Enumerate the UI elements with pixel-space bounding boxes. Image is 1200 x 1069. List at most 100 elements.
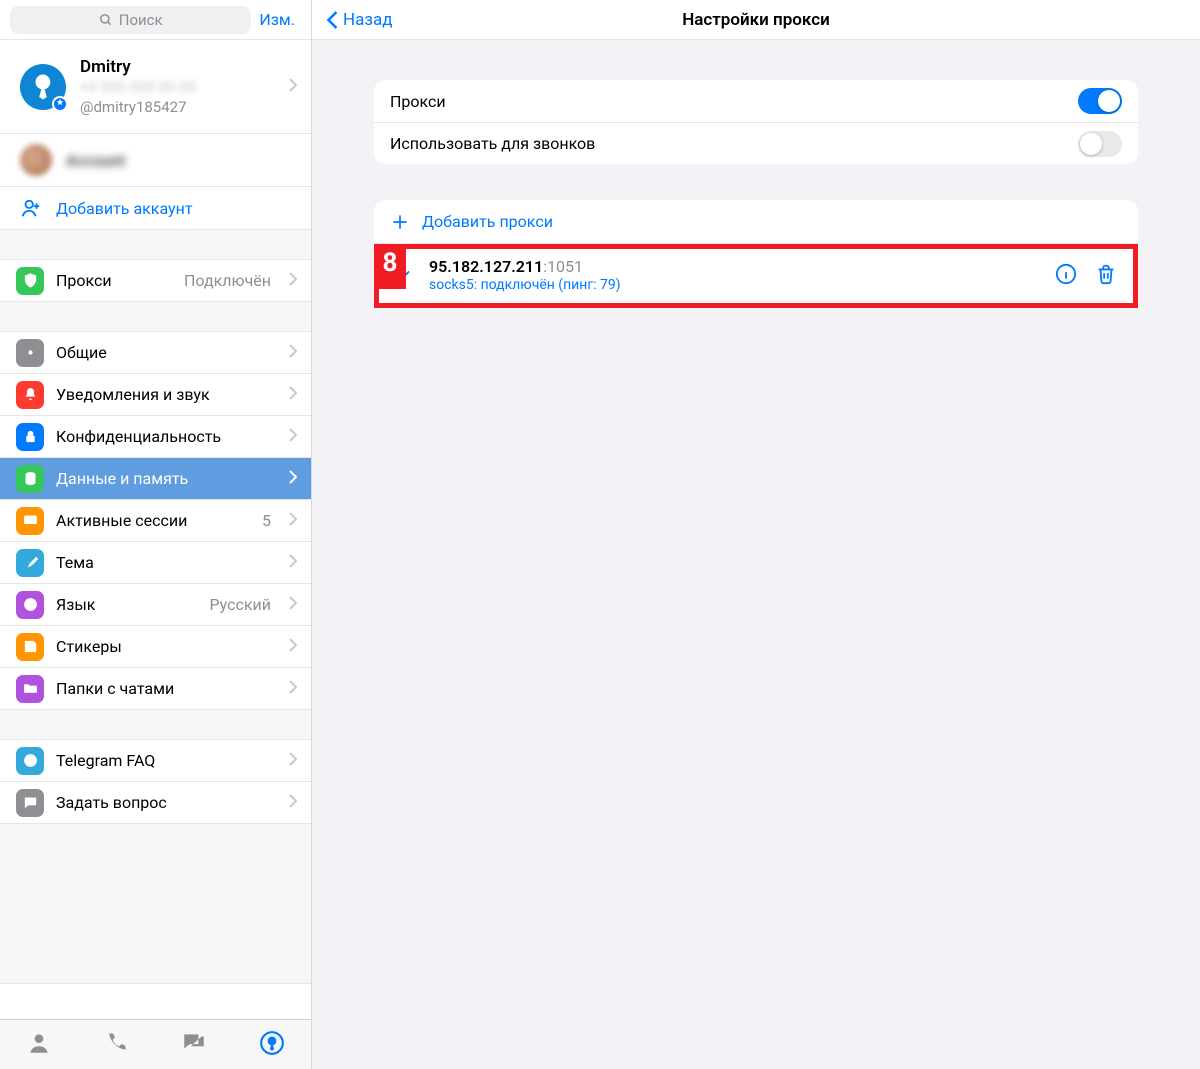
lock-icon <box>16 423 44 451</box>
chats-icon <box>181 1030 207 1056</box>
chevron-right-icon <box>289 595 297 614</box>
highlighted-proxy-entry: 8 95.182.127.211:1051 socks5: подключён … <box>374 244 1138 308</box>
chevron-right-icon <box>289 751 297 770</box>
sidebar-item-theme[interactable]: Тема <box>0 542 311 584</box>
database-icon <box>16 465 44 493</box>
back-button[interactable]: Назад <box>312 10 393 30</box>
search-bar: Поиск Изм. <box>0 0 311 40</box>
sidebar-item-notifications[interactable]: Уведомления и звук <box>0 374 311 416</box>
delete-button[interactable] <box>1095 263 1117 289</box>
tab-calls[interactable] <box>104 1030 130 1060</box>
sidebar-item-sessions[interactable]: Активные сессии 5 <box>0 500 311 542</box>
gear-icon <box>16 339 44 367</box>
toggle-knob <box>1098 90 1120 112</box>
spacer <box>0 824 311 984</box>
add-account-button[interactable]: Добавить аккаунт <box>0 187 311 230</box>
tab-chats[interactable] <box>181 1030 207 1060</box>
calls-toggle-row: Использовать для звонков <box>374 122 1138 164</box>
highlight-number: 8 <box>374 244 406 289</box>
brush-icon <box>16 549 44 577</box>
proxy-entry-row[interactable]: 95.182.127.211:1051 socks5: подключён (п… <box>379 249 1133 303</box>
tab-bar <box>0 1019 311 1069</box>
chevron-right-icon <box>289 385 297 404</box>
search-icon <box>99 13 113 27</box>
proxy-toggle[interactable] <box>1078 88 1122 114</box>
sidebar-item-folders[interactable]: Папки с чатами <box>0 668 311 710</box>
profile-username: @dmitry185427 <box>80 98 289 118</box>
tab-contacts[interactable] <box>26 1030 52 1060</box>
chevron-right-icon <box>289 793 297 812</box>
label: Данные и память <box>56 469 277 488</box>
question-icon <box>16 747 44 775</box>
monitor-icon <box>16 507 44 535</box>
profile-row[interactable]: Dmitry +0 000 000 00 00 @dmitry185427 <box>0 40 311 134</box>
main-body: Прокси Использовать для звонков Добавить… <box>312 40 1200 308</box>
chevron-right-icon <box>289 469 297 488</box>
proxy-status: socks5: подключён (пинг: 79) <box>429 277 1041 295</box>
value: 5 <box>262 511 271 530</box>
proxy-list-card: Добавить прокси 8 95.182.127.211:1051 so… <box>374 200 1138 308</box>
value: Русский <box>209 595 271 614</box>
avatar <box>20 64 66 110</box>
sidebar-item-privacy[interactable]: Конфиденциальность <box>0 416 311 458</box>
sidebar-item-faq[interactable]: Telegram FAQ <box>0 740 311 782</box>
sidebar-item-language[interactable]: Язык Русский <box>0 584 311 626</box>
spacer <box>0 302 311 332</box>
main-pane: Назад Настройки прокси Прокси Использова… <box>312 0 1200 1069</box>
sidebar-item-general[interactable]: Общие <box>0 332 311 374</box>
label: Тема <box>56 553 277 572</box>
proxy-toggle-row: Прокси <box>374 80 1138 122</box>
add-proxy-label: Добавить прокси <box>422 212 553 231</box>
chevron-right-icon <box>289 343 297 362</box>
chevron-left-icon <box>326 10 339 30</box>
tab-settings[interactable] <box>259 1030 285 1060</box>
search-placeholder: Поиск <box>119 11 163 29</box>
proxy-toggle-label: Прокси <box>390 92 1078 111</box>
info-icon <box>1055 263 1077 285</box>
search-input[interactable]: Поиск <box>10 6 251 34</box>
proxy-actions <box>1055 263 1117 289</box>
chevron-right-icon <box>289 427 297 446</box>
account-name: Account <box>66 151 125 170</box>
spacer <box>0 230 311 260</box>
toggle-knob <box>1080 133 1102 155</box>
info-button[interactable] <box>1055 263 1077 289</box>
chevron-right-icon <box>289 77 297 96</box>
label: Конфиденциальность <box>56 427 277 446</box>
calls-toggle[interactable] <box>1078 131 1122 157</box>
page-title: Настройки прокси <box>312 10 1200 30</box>
proxy-address: 95.182.127.211:1051 <box>429 257 1041 277</box>
add-account-label: Добавить аккаунт <box>56 199 193 218</box>
proxy-texts: 95.182.127.211:1051 socks5: подключён (п… <box>429 257 1041 295</box>
sidebar-item-proxy[interactable]: Прокси Подключён <box>0 260 311 302</box>
back-label: Назад <box>343 10 393 30</box>
proxy-settings-card: Прокси Использовать для звонков <box>374 80 1138 164</box>
sticker-icon <box>16 633 44 661</box>
folder-icon <box>16 675 44 703</box>
phone-icon <box>104 1030 130 1056</box>
sidebar-item-stickers[interactable]: Стикеры <box>0 626 311 668</box>
sidebar: Поиск Изм. Dmitry +0 000 000 00 00 @dmit… <box>0 0 312 1069</box>
label: Папки с чатами <box>56 679 277 698</box>
settings-tab-icon <box>259 1030 285 1056</box>
sidebar-item-ask[interactable]: Задать вопрос <box>0 782 311 824</box>
trash-icon <box>1095 263 1117 285</box>
main-header: Назад Настройки прокси <box>312 0 1200 40</box>
verified-badge-icon <box>52 96 68 112</box>
chevron-right-icon <box>289 511 297 530</box>
chevron-right-icon <box>289 271 297 290</box>
edit-button[interactable]: Изм. <box>259 10 301 29</box>
sidebar-scroll[interactable]: Dmitry +0 000 000 00 00 @dmitry185427 Ac… <box>0 40 311 1019</box>
sidebar-item-data[interactable]: Данные и память <box>0 458 311 500</box>
add-proxy-button[interactable]: Добавить прокси <box>374 200 1138 244</box>
value: Подключён <box>184 271 271 290</box>
calls-toggle-label: Использовать для звонков <box>390 134 1078 153</box>
chat-icon <box>16 789 44 817</box>
chevron-right-icon <box>289 679 297 698</box>
label: Прокси <box>56 271 172 290</box>
account-item[interactable]: Account <box>0 134 311 187</box>
shield-icon <box>16 267 44 295</box>
profile-texts: Dmitry +0 000 000 00 00 @dmitry185427 <box>80 56 289 117</box>
chevron-right-icon <box>289 553 297 572</box>
label: Общие <box>56 343 277 362</box>
